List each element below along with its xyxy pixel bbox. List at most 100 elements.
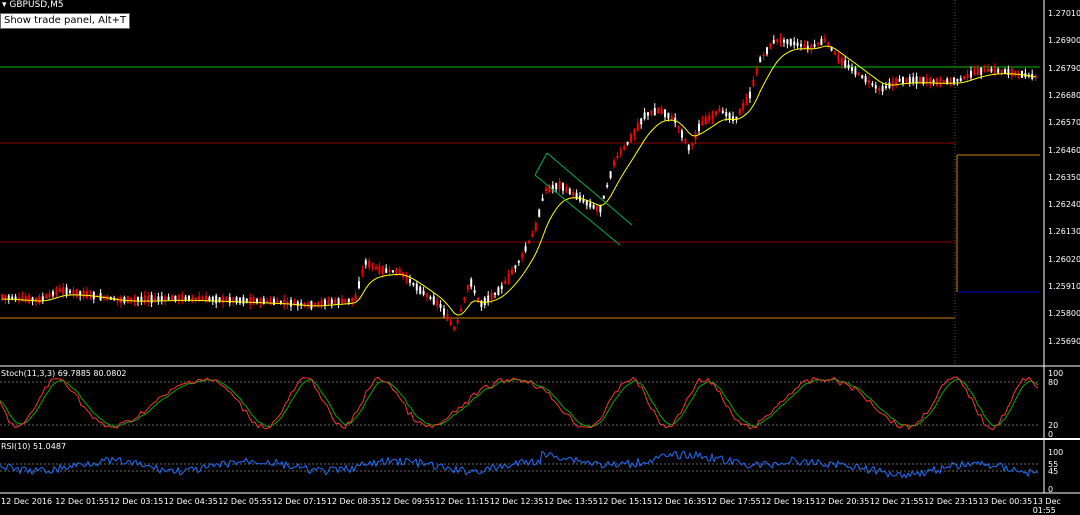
candle-body <box>823 38 826 42</box>
symbol-text: GBPUSD,M5 <box>9 0 64 10</box>
candle-body <box>460 308 462 312</box>
candle-body <box>507 273 510 281</box>
candle-body <box>929 77 932 85</box>
candle-body <box>235 297 238 304</box>
candle-body <box>650 110 653 115</box>
candle-body <box>881 85 884 92</box>
candle-body <box>11 296 14 300</box>
candle-body <box>613 160 615 167</box>
time-tick: 12 Dec 21:55 <box>869 497 924 506</box>
candle-body <box>157 296 160 301</box>
price-tick: 1.25800 <box>1048 309 1080 319</box>
candle-body <box>28 295 31 304</box>
time-tick: 12 Dec 05:55 <box>218 497 272 506</box>
candle-body <box>143 295 146 304</box>
candle-body <box>249 297 252 305</box>
time-tick: 12 Dec 19:15 <box>761 497 815 506</box>
candle-body <box>905 78 908 82</box>
candle-body <box>902 76 904 84</box>
candle-body <box>252 297 255 305</box>
candle-body <box>857 72 860 76</box>
candle-body <box>473 290 476 293</box>
candle-body <box>290 299 292 307</box>
candle-body <box>970 70 972 78</box>
candle-body <box>205 295 207 303</box>
candle-body <box>643 112 646 119</box>
candle-body <box>619 149 622 155</box>
candle-body <box>701 120 704 126</box>
candle-body <box>347 298 350 303</box>
candle-body <box>470 279 473 287</box>
price-tick: 1.25910 <box>1048 282 1080 291</box>
price-tick: 1.26900 <box>1048 36 1080 46</box>
time-tick: 12 Dec 04:35 <box>163 497 218 506</box>
price-tick: 1.25690 <box>1048 336 1080 346</box>
candle-body <box>851 67 853 71</box>
time-tick: 12 Dec 01:55 <box>55 497 110 506</box>
candle-body <box>354 294 357 301</box>
candle-body <box>936 78 938 86</box>
candle-body <box>82 290 85 298</box>
candle-body <box>827 42 830 47</box>
candle-body <box>820 38 823 46</box>
stoch-main-line <box>0 376 1039 431</box>
candle-body <box>864 76 867 83</box>
candle-body <box>616 155 619 158</box>
candle-body <box>664 109 666 118</box>
time-tick: 12 Dec 12:35 <box>489 497 544 506</box>
candle-body <box>973 69 976 75</box>
candle-body <box>813 44 816 47</box>
dropdown-triangle-icon[interactable]: ▾ <box>2 0 7 10</box>
candle-body <box>466 284 469 290</box>
time-tick: 12 Dec 07:15 <box>272 497 327 506</box>
candle-body <box>324 299 326 306</box>
time-tick: 12 Dec 15:15 <box>598 497 653 506</box>
candle-body <box>494 292 496 295</box>
candle-body <box>436 299 439 307</box>
candle-body <box>317 301 320 306</box>
candle-body <box>215 295 218 304</box>
candle-body <box>793 41 796 46</box>
candle-body <box>463 297 466 301</box>
candle-body <box>38 296 41 304</box>
candle-body <box>313 302 316 306</box>
candle-body <box>167 296 170 300</box>
candle-body <box>789 38 792 46</box>
candle-body <box>439 304 442 308</box>
candle-body <box>942 80 945 84</box>
candle-body <box>443 308 445 315</box>
candle-body <box>606 184 609 188</box>
candle-body <box>742 103 745 110</box>
candle-body <box>521 253 524 258</box>
time-tick: 12 Dec 2016 <box>1 497 53 506</box>
time-tick: 12 Dec 09:55 <box>381 497 435 506</box>
candle-body <box>55 288 58 296</box>
candle-body <box>201 297 204 301</box>
candle-body <box>456 319 459 323</box>
candle-body <box>154 297 156 301</box>
candle-body <box>684 139 687 143</box>
candle-body <box>538 209 541 217</box>
candle-body <box>344 298 347 303</box>
chart-canvas[interactable] <box>0 0 1080 508</box>
time-tick: 12 Dec 16:35 <box>652 497 707 506</box>
candle-body <box>341 298 343 304</box>
candle-body <box>171 295 173 301</box>
indicator-level-tick: 100 <box>1048 448 1064 457</box>
candle-body <box>412 283 415 286</box>
candle-body <box>371 263 374 269</box>
candle-body <box>874 85 877 89</box>
candle-body <box>602 195 605 199</box>
candle-body <box>378 265 381 274</box>
candle-body <box>817 42 819 45</box>
candle-body <box>762 54 765 57</box>
candle-body <box>769 43 772 49</box>
candle-body <box>388 269 391 272</box>
horizontal-levels <box>0 0 1040 365</box>
candle-body <box>800 43 802 47</box>
candle-body <box>419 286 422 294</box>
candle-body <box>358 281 360 289</box>
candle-body <box>446 313 449 321</box>
candle-body <box>490 292 493 300</box>
candle-body <box>283 299 286 306</box>
